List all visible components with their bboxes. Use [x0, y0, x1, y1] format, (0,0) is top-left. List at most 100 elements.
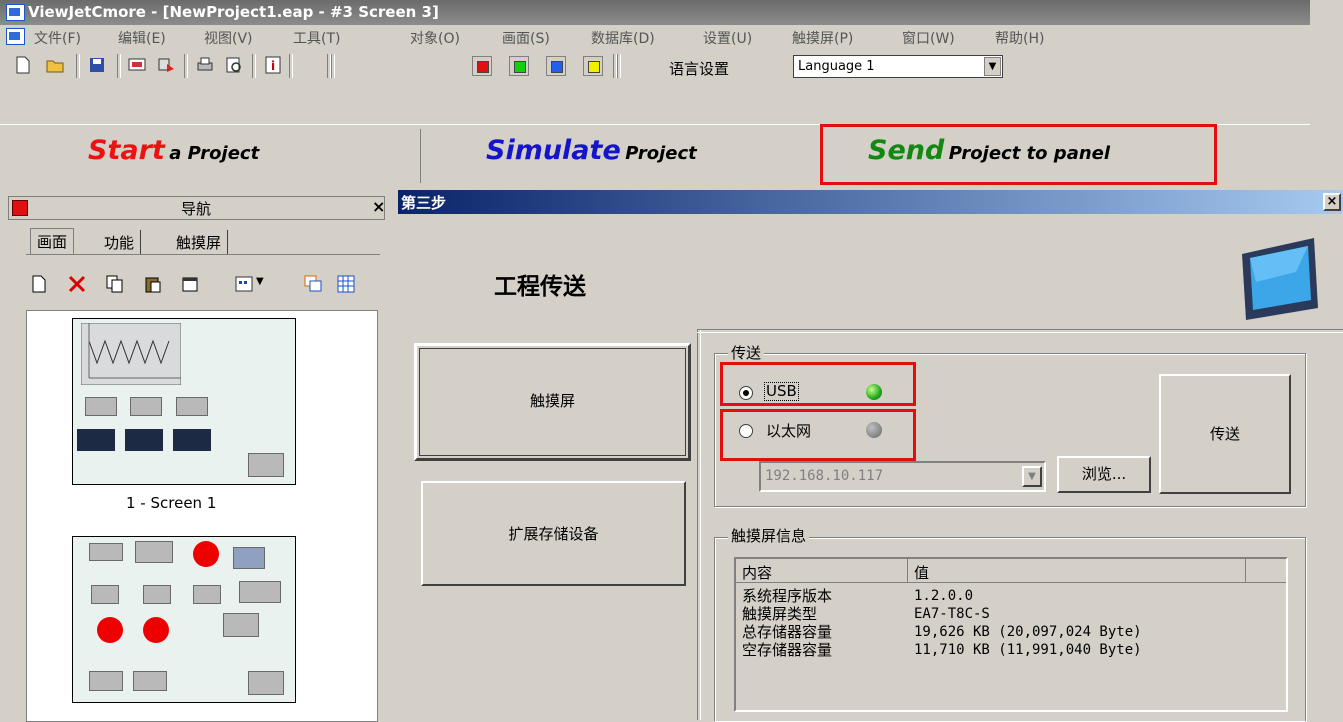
dialog-title: 第三步 — [401, 194, 447, 212]
preview-button — [239, 581, 281, 603]
screen-icon[interactable] — [128, 56, 146, 74]
preview-button — [248, 453, 284, 477]
preview-button — [89, 543, 123, 561]
column-header-value[interactable]: 值 — [908, 559, 1246, 583]
red-lamp-preview — [97, 617, 123, 643]
preview-button — [91, 585, 119, 604]
navigator-header: 导航 — [8, 196, 385, 220]
menu-view[interactable]: 视图(V) — [204, 28, 253, 48]
red-color-button[interactable] — [472, 56, 492, 76]
menu-window[interactable]: 窗口(W) — [902, 28, 955, 48]
cascade-icon[interactable] — [304, 275, 322, 293]
paste-icon[interactable] — [144, 275, 162, 293]
new-file-icon[interactable] — [14, 56, 32, 74]
menu-object[interactable]: 对象(O) — [410, 28, 460, 48]
column-header-value-label: 值 — [914, 564, 930, 582]
chevron-down-icon: ▼ — [1022, 466, 1042, 487]
toolbar-separator — [184, 54, 188, 78]
info-value: EA7-T8C-S — [914, 606, 990, 622]
delete-icon[interactable] — [68, 275, 86, 293]
transfer-group-label: 传送 — [728, 342, 765, 363]
screen-label: 1 - Screen 1 — [126, 494, 217, 512]
menu-tools[interactable]: 工具(T) — [293, 28, 340, 48]
grid-view-icon[interactable] — [337, 275, 355, 293]
print-icon[interactable] — [196, 56, 214, 74]
touchscreen-target-button[interactable]: 触摸屏 — [414, 343, 691, 461]
ethernet-highlight-box — [720, 409, 916, 461]
preview-button — [248, 671, 284, 695]
navigator-title: 导航 — [181, 200, 212, 218]
info-values: 1.2.0.0 EA7-T8C-S 19,626 KB (20,097,024 … — [914, 587, 1142, 659]
blue-color-button[interactable] — [546, 56, 566, 76]
usb-highlight-box — [720, 362, 916, 406]
chevron-down-icon[interactable]: ▼ — [256, 276, 264, 287]
toolbar-separator — [331, 54, 335, 78]
panel-info-table: 内容 值 系统程序版本 触摸屏类型 总存储器容量 空存储器容量 1.2.0.0 … — [734, 557, 1288, 712]
new-screen-icon[interactable] — [30, 275, 48, 293]
preview-button — [133, 671, 167, 691]
menu-help[interactable]: 帮助(H) — [995, 28, 1044, 48]
menu-screen[interactable]: 画面(S) — [502, 28, 550, 48]
simulate-label: Simulate — [486, 135, 621, 166]
menu-database[interactable]: 数据库(D) — [591, 28, 655, 48]
ip-address-value: 192.168.10.117 — [765, 468, 884, 484]
dialog-title-bar: 第三步 × — [398, 190, 1343, 214]
ip-address-combo: 192.168.10.117 ▼ — [759, 461, 1046, 492]
preview-keypad — [233, 547, 265, 569]
info-key: 系统程序版本 — [742, 587, 833, 605]
window-title: ViewJetCmore - [NewProject1.eap - #3 Scr… — [28, 3, 439, 21]
red-lamp-preview — [193, 541, 219, 567]
column-header-content[interactable]: 内容 — [736, 559, 908, 583]
toolbar-separator — [289, 54, 293, 78]
print-preview-icon[interactable] — [225, 56, 243, 74]
yellow-color-button[interactable] — [583, 56, 603, 76]
storage-device-label: 扩展存储设备 — [508, 525, 599, 543]
navigator-icon — [12, 200, 28, 216]
info-icon[interactable]: i — [264, 56, 282, 74]
menu-file[interactable]: 文件(F) — [34, 28, 81, 48]
simulate-sublabel: Project — [625, 143, 697, 164]
open-folder-icon[interactable] — [46, 56, 64, 74]
menu-touchscreen[interactable]: 触摸屏(P) — [792, 28, 853, 48]
tab-functions[interactable]: 功能 — [98, 230, 142, 254]
banner-divider — [420, 129, 421, 183]
transfer-icon[interactable] — [158, 56, 176, 74]
storage-device-button[interactable]: 扩展存储设备 — [421, 481, 686, 586]
red-lamp-preview — [143, 617, 169, 643]
navigator-close-icon[interactable]: × — [372, 197, 385, 216]
close-icon[interactable]: × — [1323, 193, 1341, 211]
updown-arrow-preview — [173, 429, 211, 451]
simulate-project-button[interactable]: Simulate Project — [486, 135, 697, 195]
svg-text:i: i — [271, 59, 275, 73]
info-key: 总存储器容量 — [742, 623, 833, 641]
save-icon[interactable] — [88, 56, 106, 74]
browse-button[interactable]: 浏览... — [1057, 456, 1151, 493]
updown-arrow-preview — [125, 429, 163, 451]
send-button[interactable]: 传送 — [1159, 374, 1291, 494]
dialog-separator — [697, 329, 701, 720]
screen-thumbnail[interactable] — [72, 318, 296, 485]
info-key: 空存储器容量 — [742, 641, 833, 659]
app-icon — [6, 4, 25, 21]
start-project-button[interactable]: Start a Project — [88, 135, 259, 195]
view-mode-icon[interactable] — [235, 275, 253, 293]
green-color-button[interactable] — [509, 56, 529, 76]
language-value: Language 1 — [798, 59, 875, 74]
chevron-down-icon[interactable]: ▼ — [984, 57, 1001, 76]
tab-screens[interactable]: 画面 — [30, 228, 75, 254]
start-sublabel: a Project — [169, 143, 260, 164]
menu-settings[interactable]: 设置(U) — [703, 28, 752, 48]
copy-icon[interactable] — [106, 275, 124, 293]
tab-divider — [26, 254, 380, 255]
document-icon[interactable] — [6, 28, 25, 45]
menu-bar: 文件(F) 编辑(E) 视图(V) 工具(T) 对象(O) 画面(S) 数据库(… — [0, 25, 1310, 48]
properties-icon[interactable] — [182, 275, 200, 293]
info-value: 19,626 KB (20,097,024 Byte) — [914, 624, 1142, 640]
tab-touchscreen[interactable]: 触摸屏 — [170, 230, 229, 254]
language-label: 语言设置 — [669, 60, 730, 78]
language-select[interactable]: Language 1 ▼ — [793, 55, 1003, 78]
screen-thumbnail[interactable] — [72, 536, 296, 703]
menu-edit[interactable]: 编辑(E) — [118, 28, 166, 48]
preview-button — [193, 585, 221, 604]
start-label: Start — [88, 135, 165, 166]
